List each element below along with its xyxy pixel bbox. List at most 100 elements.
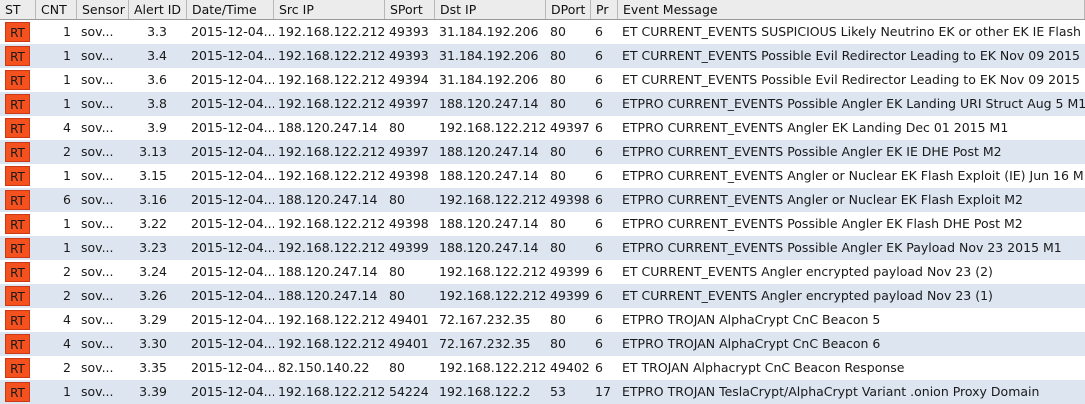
table-row[interactable]: RT 1 sov... 3.8 2015-12-04... 192.168.122.212… <box>0 92 1085 116</box>
table-row[interactable]: RT 4 sov... 3.29 2015-12-04... 192.168.122.21… <box>0 308 1085 332</box>
table-row[interactable]: RT 2 sov... 3.24 2015-12-04... 188.120.247.14… <box>0 260 1085 284</box>
status-badge[interactable]: RT <box>5 142 30 162</box>
table-row[interactable]: RT 2 sov... 3.35 2015-12-04... 82.150.140.22 8… <box>0 356 1085 380</box>
table-row[interactable]: RT 4 sov... 3.30 2015-12-04... 192.168.122.21… <box>0 332 1085 356</box>
cell-sensor: sov... <box>81 264 114 279</box>
status-badge[interactable]: RT <box>5 70 30 90</box>
column-header-sport[interactable]: SPort <box>385 0 435 19</box>
table-row[interactable]: RT 1 sov... 3.23 2015-12-04... 192.168.122.21… <box>0 236 1085 260</box>
table-row[interactable]: RT 4 sov... 3.9 2015-12-04... 188.120.247.14 8… <box>0 116 1085 140</box>
column-header-event[interactable]: Event Message <box>618 0 1085 19</box>
cell-pr: 6 <box>595 144 603 159</box>
cell-sensor: sov... <box>81 120 114 135</box>
cell-dst-ip: 192.168.122.212 <box>439 360 546 375</box>
cell-src-ip: 188.120.247.14 <box>278 264 378 279</box>
column-header-datetime[interactable]: Date/Time <box>187 0 274 19</box>
cell-event: ETPRO TROJAN AlphaCrypt CnC Beacon 5 <box>622 312 881 327</box>
cell-event: ETPRO TROJAN AlphaCrypt CnC Beacon 6 <box>622 336 881 351</box>
cell-sport: 80 <box>389 120 405 135</box>
cell-sport: 49394 <box>389 72 429 87</box>
cell-event: ET CURRENT_EVENTS Angler encrypted paylo… <box>622 288 993 303</box>
cell-alert-id: 3.24 <box>139 264 167 279</box>
cell-pr: 6 <box>595 264 603 279</box>
cell-datetime: 2015-12-04... <box>191 264 274 279</box>
cell-sensor: sov... <box>81 336 114 351</box>
cell-dport: 49397 <box>550 120 590 135</box>
cell-alert-id: 3.26 <box>139 288 167 303</box>
cell-sport: 54224 <box>389 384 429 399</box>
status-badge[interactable]: RT <box>5 334 30 354</box>
cell-datetime: 2015-12-04... <box>191 48 274 63</box>
cell-sensor: sov... <box>81 144 114 159</box>
cell-dst-ip: 31.184.192.206 <box>439 72 539 87</box>
table-row[interactable]: RT 1 sov... 3.4 2015-12-04... 192.168.122.212… <box>0 44 1085 68</box>
cell-dport: 49398 <box>550 192 590 207</box>
cell-sport: 49393 <box>389 24 429 39</box>
column-header-st[interactable]: ST <box>0 0 36 19</box>
cell-src-ip: 188.120.247.14 <box>278 288 378 303</box>
table-row[interactable]: RT 2 sov... 3.13 2015-12-04... 192.168.122.21… <box>0 140 1085 164</box>
status-badge[interactable]: RT <box>5 310 30 330</box>
status-badge[interactable]: RT <box>5 118 30 138</box>
table-row[interactable]: RT 1 sov... 3.3 2015-12-04... 192.168.122.212… <box>0 20 1085 44</box>
status-badge[interactable]: RT <box>5 94 30 114</box>
column-header-pr[interactable]: Pr <box>591 0 618 19</box>
column-header-src-ip[interactable]: Src IP <box>274 0 385 19</box>
cell-pr: 6 <box>595 336 603 351</box>
cell-event: ET CURRENT_EVENTS SUSPICIOUS Likely Neut… <box>622 24 1085 39</box>
cell-pr: 6 <box>595 120 603 135</box>
cell-sensor: sov... <box>81 312 114 327</box>
cell-event: ETPRO CURRENT_EVENTS Possible Angler EK … <box>622 216 1023 231</box>
cell-alert-id: 3.30 <box>139 336 167 351</box>
cell-datetime: 2015-12-04... <box>191 168 274 183</box>
cell-dport: 49399 <box>550 288 590 303</box>
column-header-dst-ip[interactable]: Dst IP <box>435 0 546 19</box>
column-header-dport[interactable]: DPort <box>546 0 591 19</box>
cell-event: ET CURRENT_EVENTS Angler encrypted paylo… <box>622 264 993 279</box>
cell-src-ip: 188.120.247.14 <box>278 120 378 135</box>
cell-dst-ip: 31.184.192.206 <box>439 48 539 63</box>
table-row[interactable]: RT 1 sov... 3.15 2015-12-04... 192.168.122.21… <box>0 164 1085 188</box>
column-header-sensor[interactable]: Sensor <box>77 0 129 19</box>
cell-event: ETPRO CURRENT_EVENTS Angler EK Landing D… <box>622 120 1009 135</box>
cell-pr: 6 <box>595 48 603 63</box>
cell-cnt: 1 <box>63 96 71 111</box>
cell-pr: 6 <box>595 24 603 39</box>
cell-event: ET CURRENT_EVENTS Possible Evil Redirect… <box>622 72 1085 87</box>
status-badge[interactable]: RT <box>5 262 30 282</box>
table-row[interactable]: RT 1 sov... 3.22 2015-12-04... 192.168.122.21… <box>0 212 1085 236</box>
cell-alert-id: 3.15 <box>139 168 167 183</box>
cell-alert-id: 3.9 <box>147 120 167 135</box>
cell-cnt: 4 <box>63 120 71 135</box>
table-row[interactable]: RT 1 sov... 3.6 2015-12-04... 192.168.122.212… <box>0 68 1085 92</box>
status-badge[interactable]: RT <box>5 22 30 42</box>
cell-datetime: 2015-12-04... <box>191 360 274 375</box>
cell-event: ETPRO CURRENT_EVENTS Possible Angler EK … <box>622 144 1002 159</box>
status-badge[interactable]: RT <box>5 46 30 66</box>
table-row[interactable]: RT 6 sov... 3.16 2015-12-04... 188.120.247.14… <box>0 188 1085 212</box>
cell-dst-ip: 192.168.122.212 <box>439 288 546 303</box>
status-badge[interactable]: RT <box>5 238 30 258</box>
cell-datetime: 2015-12-04... <box>191 192 274 207</box>
status-badge[interactable]: RT <box>5 190 30 210</box>
status-badge[interactable]: RT <box>5 214 30 234</box>
cell-src-ip: 192.168.122.212 <box>278 24 385 39</box>
table-row[interactable]: RT 1 sov... 3.39 2015-12-04... 192.168.122.21… <box>0 380 1085 404</box>
cell-cnt: 1 <box>63 72 71 87</box>
table-row[interactable]: RT 2 sov... 3.26 2015-12-04... 188.120.247.14… <box>0 284 1085 308</box>
cell-cnt: 1 <box>63 24 71 39</box>
column-header-alert-id[interactable]: Alert ID <box>129 0 187 19</box>
status-badge[interactable]: RT <box>5 166 30 186</box>
cell-src-ip: 192.168.122.212 <box>278 240 385 255</box>
cell-sensor: sov... <box>81 384 114 399</box>
cell-event: ETPRO CURRENT_EVENTS Possible Angler EK … <box>622 240 1062 255</box>
cell-sport: 49399 <box>389 240 429 255</box>
cell-datetime: 2015-12-04... <box>191 216 274 231</box>
status-badge[interactable]: RT <box>5 286 30 306</box>
column-header-cnt[interactable]: CNT <box>36 0 77 19</box>
status-badge[interactable]: RT <box>5 382 30 402</box>
cell-cnt: 2 <box>63 144 71 159</box>
status-badge[interactable]: RT <box>5 358 30 378</box>
cell-dport: 49399 <box>550 264 590 279</box>
cell-src-ip: 192.168.122.212 <box>278 48 385 63</box>
